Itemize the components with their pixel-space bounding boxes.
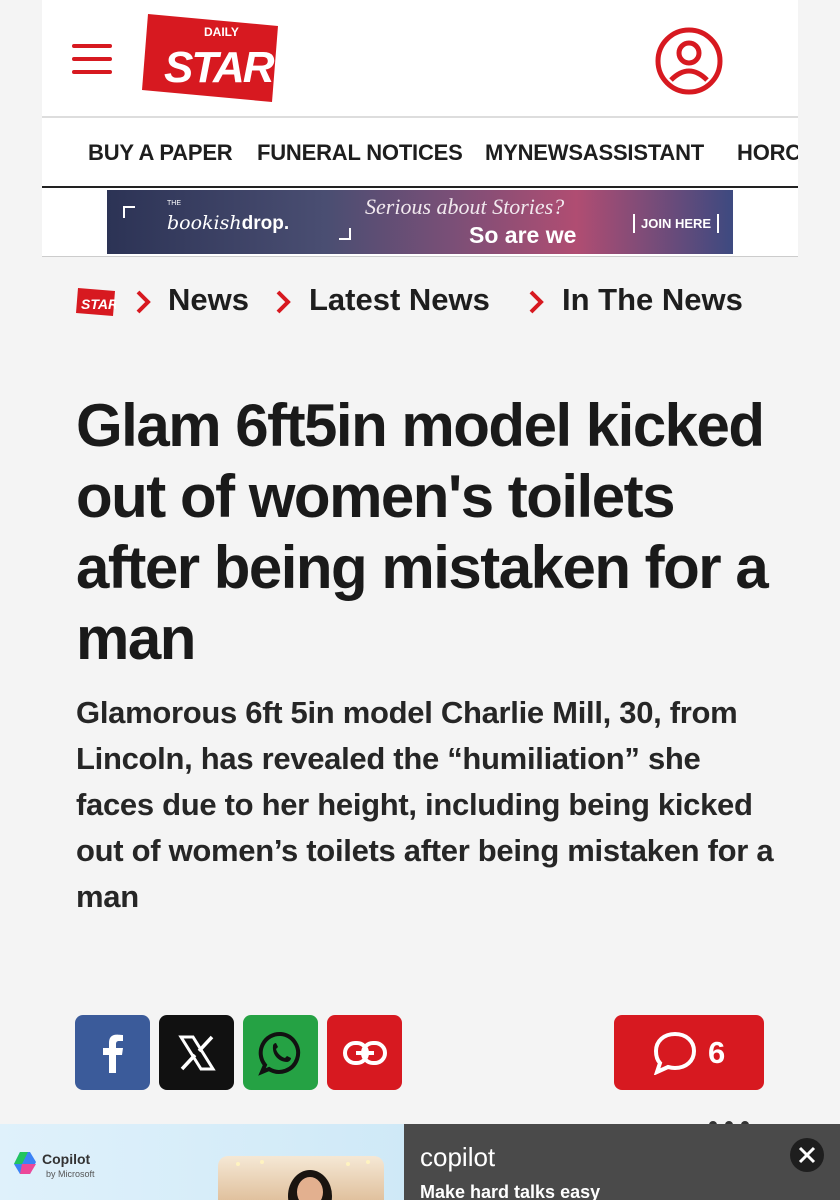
breadcrumb-news[interactable]: News bbox=[168, 282, 249, 318]
breadcrumb-latest-news[interactable]: Latest News bbox=[309, 282, 490, 318]
copilot-by-microsoft: by Microsoft bbox=[46, 1169, 95, 1179]
nav-funeral-notices[interactable]: FUNERAL NOTICES bbox=[257, 140, 463, 166]
ad-line2: So are we bbox=[469, 222, 577, 248]
ad-line1: Serious about Stories? bbox=[365, 194, 565, 219]
share-facebook-button[interactable] bbox=[75, 1015, 150, 1090]
ad-join-button[interactable]: JOIN HERE bbox=[633, 214, 720, 233]
copy-link-button[interactable] bbox=[327, 1015, 402, 1090]
link-icon bbox=[342, 1040, 387, 1065]
chevron-right-icon bbox=[276, 290, 291, 314]
share-x-button[interactable] bbox=[159, 1015, 234, 1090]
chevron-right-icon bbox=[136, 290, 151, 314]
home-logo-icon[interactable]: STAR bbox=[76, 287, 116, 317]
close-ad-button[interactable] bbox=[790, 1138, 824, 1172]
breadcrumb-in-the-news[interactable]: In The News bbox=[562, 282, 743, 318]
bottom-ad-creative[interactable]: Copilot by Microsoft bbox=[0, 1124, 404, 1200]
comment-count: 6 bbox=[708, 1035, 726, 1070]
svg-text:STAR: STAR bbox=[164, 43, 275, 92]
comments-button[interactable]: 6 bbox=[614, 1015, 764, 1090]
bottom-ad-subtitle: Make hard talks easy bbox=[420, 1182, 601, 1200]
nav-mynewsassistant[interactable]: MYNEWSASSISTANT bbox=[485, 140, 704, 166]
copilot-logo-icon bbox=[14, 1152, 36, 1174]
comment-bubble-icon bbox=[653, 1031, 697, 1075]
ad-brand: bookishdrop. bbox=[167, 212, 290, 234]
chevron-right-icon bbox=[529, 290, 544, 314]
bottom-ad-title: copilot bbox=[420, 1142, 496, 1172]
account-icon[interactable] bbox=[654, 26, 724, 96]
nav-buy-a-paper[interactable]: BUY A PAPER bbox=[88, 140, 233, 166]
article-standfirst: Glamorous 6ft 5in model Charlie Mill, 30… bbox=[76, 695, 774, 914]
whatsapp-icon bbox=[257, 1031, 300, 1076]
bottom-ad-text[interactable]: copilot Make hard talks easy bbox=[404, 1124, 840, 1200]
banner-ad: THE bookishdrop. Serious about Stories? … bbox=[42, 186, 798, 257]
ad-photo bbox=[218, 1156, 384, 1200]
share-whatsapp-button[interactable] bbox=[243, 1015, 318, 1090]
x-icon bbox=[177, 1035, 216, 1070]
svg-text:DAILY: DAILY bbox=[204, 25, 239, 39]
facebook-icon bbox=[102, 1034, 123, 1073]
daily-star-logo[interactable]: DAILY STAR bbox=[142, 12, 280, 104]
top-nav: BUY A PAPER FUNERAL NOTICES MYNEWSASSIST… bbox=[42, 118, 798, 186]
menu-icon[interactable] bbox=[72, 44, 114, 74]
svg-text:STAR: STAR bbox=[81, 296, 116, 312]
site-header: DAILY STAR bbox=[42, 0, 798, 116]
bottom-ad: Copilot by Microsoft copilot Make hard t… bbox=[0, 1124, 840, 1200]
copilot-brand: Copilot bbox=[42, 1151, 91, 1167]
banner-ad-creative[interactable]: THE bookishdrop. Serious about Stories? … bbox=[107, 190, 733, 254]
ad-the: THE bbox=[167, 200, 181, 207]
nav-horoscopes[interactable]: HORC bbox=[737, 140, 798, 166]
article-headline: Glam 6ft5in model kicked out of women's … bbox=[76, 392, 769, 672]
close-icon bbox=[798, 1146, 816, 1164]
